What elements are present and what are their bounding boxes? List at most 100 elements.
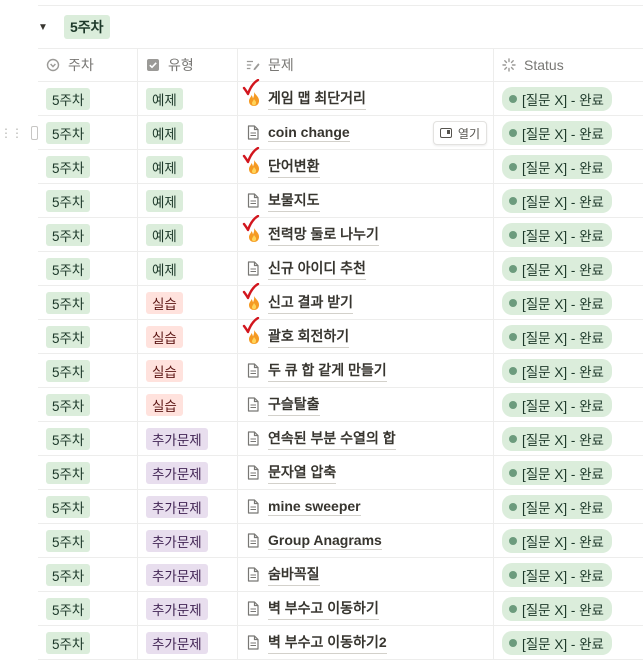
week-cell[interactable]: 5주차 — [38, 218, 138, 251]
status-cell[interactable]: [질문 X] - 완료 — [494, 184, 643, 217]
problem-cell[interactable]: 전력망 둘로 나누기 — [238, 214, 494, 251]
status-cell[interactable]: [질문 X] - 완료 — [494, 320, 643, 353]
problem-cell[interactable]: 신고 결과 받기 — [238, 282, 494, 319]
problem-cell[interactable]: 신규 아이디 추천 — [238, 252, 494, 285]
type-cell[interactable]: 실습 — [138, 286, 238, 319]
week-cell[interactable]: 5주차 — [38, 490, 138, 523]
problem-title-link[interactable]: mine sweeper — [268, 498, 361, 516]
status-cell[interactable]: [질문 X] - 완료 — [494, 456, 643, 489]
week-cell[interactable]: 5주차 — [38, 286, 138, 319]
type-cell[interactable]: 예제 — [138, 116, 238, 149]
week-cell[interactable]: 5주차 — [38, 184, 138, 217]
status-cell[interactable]: [질문 X] - 완료 — [494, 354, 643, 387]
column-header-week[interactable]: 주차 — [38, 49, 138, 81]
table-row[interactable]: 5주차 추가문제 숨바꼭질 [질문 X] - 완료 — [38, 558, 643, 592]
type-cell[interactable]: 추가문제 — [138, 422, 238, 455]
table-row[interactable]: 5주차 예제 보물지도 [질문 X] - 완료 — [38, 184, 643, 218]
row-handle[interactable]: ⋮⋮ — [0, 116, 38, 149]
problem-cell[interactable]: 구슬탈출 — [238, 388, 494, 421]
problem-cell[interactable]: 벽 부수고 이동하기2 — [238, 626, 494, 659]
problem-title-link[interactable]: 벽 부수고 이동하기 — [268, 598, 379, 620]
group-header[interactable]: ▼ 5주차 — [38, 14, 110, 40]
type-cell[interactable]: 추가문제 — [138, 626, 238, 659]
problem-cell[interactable]: 벽 부수고 이동하기 — [238, 592, 494, 625]
table-row[interactable]: 5주차 실습 신고 결과 받기 [질문 X] - 완료 — [38, 282, 643, 320]
week-cell[interactable]: 5주차 — [38, 150, 138, 183]
status-cell[interactable]: [질문 X] - 완료 — [494, 82, 643, 115]
status-cell[interactable]: [질문 X] - 완료 — [494, 422, 643, 455]
problem-cell[interactable]: 보물지도 — [238, 184, 494, 217]
week-cell[interactable]: 5주차 — [38, 592, 138, 625]
status-cell[interactable]: [질문 X] - 완료 — [494, 592, 643, 625]
week-cell[interactable]: 5주차 — [38, 558, 138, 591]
week-cell[interactable]: 5주차 — [38, 388, 138, 421]
problem-cell[interactable]: 숨바꼭질 — [238, 558, 494, 591]
status-cell[interactable]: [질문 X] - 완료 — [494, 116, 643, 149]
problem-title-link[interactable]: 벽 부수고 이동하기2 — [268, 632, 387, 654]
problem-cell[interactable]: 게임 맵 최단거리 — [238, 78, 494, 115]
type-cell[interactable]: 추가문제 — [138, 456, 238, 489]
problem-title-link[interactable]: 괄호 회전하기 — [268, 326, 350, 348]
type-cell[interactable]: 추가문제 — [138, 592, 238, 625]
status-cell[interactable]: [질문 X] - 완료 — [494, 252, 643, 285]
status-cell[interactable]: [질문 X] - 완료 — [494, 286, 643, 319]
problem-cell[interactable]: 연속된 부분 수열의 합 — [238, 422, 494, 455]
week-cell[interactable]: 5주차 — [38, 524, 138, 557]
problem-title-link[interactable]: 게임 맵 최단거리 — [268, 88, 366, 110]
week-cell[interactable]: 5주차 — [38, 252, 138, 285]
type-cell[interactable]: 예제 — [138, 150, 238, 183]
week-cell[interactable]: 5주차 — [38, 456, 138, 489]
problem-cell[interactable]: 문자열 압축 — [238, 456, 494, 489]
problem-title-link[interactable]: 문자열 압축 — [268, 462, 337, 484]
table-row[interactable]: 5주차 실습 괄호 회전하기 [질문 X] - 완료 — [38, 316, 643, 354]
problem-cell[interactable]: Group Anagrams — [238, 524, 494, 557]
column-header-type[interactable]: 유형 — [138, 49, 238, 81]
table-row[interactable]: 5주차 추가문제 벽 부수고 이동하기2 [질문 X] - 완료 — [38, 626, 643, 660]
problem-title-link[interactable]: 신고 결과 받기 — [268, 292, 354, 314]
problem-cell[interactable]: 두 큐 합 같게 만들기 — [238, 354, 494, 387]
table-row[interactable]: 5주차 예제 신규 아이디 추천 [질문 X] - 완료 — [38, 252, 643, 286]
problem-title-link[interactable]: 단어변환 — [268, 156, 320, 178]
table-row[interactable]: ⋮⋮ 5주차 예제 coin change 열기 [질문 X] - 완료 — [0, 116, 643, 150]
table-row[interactable]: 5주차 예제 단어변환 [질문 X] - 완료 — [38, 146, 643, 184]
problem-title-link[interactable]: 숨바꼭질 — [268, 564, 320, 586]
type-cell[interactable]: 추가문제 — [138, 490, 238, 523]
week-cell[interactable]: 5주차 — [38, 354, 138, 387]
problem-title-link[interactable]: 두 큐 합 같게 만들기 — [268, 360, 387, 382]
problem-title-link[interactable]: 보물지도 — [268, 190, 320, 212]
status-cell[interactable]: [질문 X] - 완료 — [494, 388, 643, 421]
table-row[interactable]: 5주차 예제 게임 맵 최단거리 [질문 X] - 완료 — [38, 78, 643, 116]
status-cell[interactable]: [질문 X] - 완료 — [494, 490, 643, 523]
week-cell[interactable]: 5주차 — [38, 82, 138, 115]
problem-title-link[interactable]: coin change — [268, 124, 350, 142]
open-page-button[interactable]: 열기 — [432, 121, 487, 145]
problem-cell[interactable]: mine sweeper — [238, 490, 494, 523]
status-cell[interactable]: [질문 X] - 완료 — [494, 558, 643, 591]
table-row[interactable]: 5주차 실습 두 큐 합 같게 만들기 [질문 X] - 완료 — [38, 354, 643, 388]
problem-title-link[interactable]: 구슬탈출 — [268, 394, 320, 416]
week-cell[interactable]: 5주차 — [38, 116, 138, 149]
type-cell[interactable]: 실습 — [138, 320, 238, 353]
problem-cell[interactable]: coin change 열기 — [238, 116, 494, 149]
problem-title-link[interactable]: 전력망 둘로 나누기 — [268, 224, 379, 246]
type-cell[interactable]: 추가문제 — [138, 524, 238, 557]
type-cell[interactable]: 실습 — [138, 354, 238, 387]
week-cell[interactable]: 5주차 — [38, 626, 138, 659]
column-header-problem[interactable]: 문제 — [238, 49, 494, 81]
problem-title-link[interactable]: 신규 아이디 추천 — [268, 258, 366, 280]
type-cell[interactable]: 예제 — [138, 184, 238, 217]
status-cell[interactable]: [질문 X] - 완료 — [494, 626, 643, 659]
week-cell[interactable]: 5주차 — [38, 422, 138, 455]
status-cell[interactable]: [질문 X] - 완료 — [494, 218, 643, 251]
table-row[interactable]: 5주차 실습 구슬탈출 [질문 X] - 완료 — [38, 388, 643, 422]
table-row[interactable]: 5주차 예제 전력망 둘로 나누기 [질문 X] - 완료 — [38, 214, 643, 252]
row-select-checkbox[interactable] — [31, 125, 38, 140]
type-cell[interactable]: 실습 — [138, 388, 238, 421]
table-row[interactable]: 5주차 추가문제 문자열 압축 [질문 X] - 완료 — [38, 456, 643, 490]
table-row[interactable]: 5주차 추가문제 mine sweeper [질문 X] - 완료 — [38, 490, 643, 524]
week-cell[interactable]: 5주차 — [38, 320, 138, 353]
type-cell[interactable]: 예제 — [138, 82, 238, 115]
drag-handle-icon[interactable]: ⋮⋮ — [0, 126, 23, 140]
table-row[interactable]: 5주차 추가문제 벽 부수고 이동하기 [질문 X] - 완료 — [38, 592, 643, 626]
type-cell[interactable]: 추가문제 — [138, 558, 238, 591]
